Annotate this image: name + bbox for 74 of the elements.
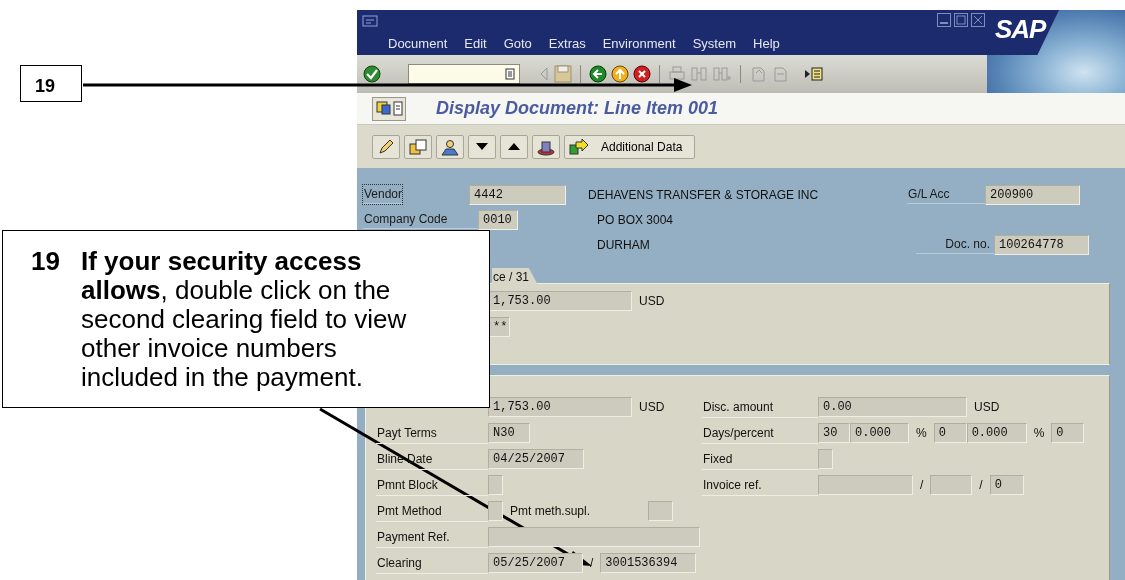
value-field[interactable]: 100264778 — [994, 234, 1089, 255]
up-icon — [508, 143, 520, 150]
header-text: DURHAM — [597, 236, 651, 254]
value-field[interactable]: 0.000 — [850, 423, 909, 443]
menu-item[interactable]: Help — [753, 34, 780, 54]
callout-text: If your security access allows, double click on the second clearing field to view other invoice numbers included in the payment. — [81, 247, 408, 394]
field-text: / — [978, 477, 984, 494]
field-text: USD — [973, 399, 1001, 416]
layout-menu-icon[interactable] — [803, 65, 825, 83]
value-field[interactable] — [488, 527, 700, 547]
value-field[interactable]: 200900 — [985, 184, 1081, 205]
value-field[interactable] — [488, 475, 503, 495]
value-field[interactable]: N30 — [488, 423, 530, 443]
value-field[interactable] — [648, 501, 673, 521]
cancel-icon[interactable] — [633, 65, 651, 83]
value-field[interactable]: 0.00 — [818, 397, 967, 417]
print-icon[interactable] — [668, 65, 686, 83]
value-field[interactable]: 4442 — [469, 184, 567, 205]
person-icon — [440, 137, 460, 156]
down-icon — [476, 143, 488, 150]
value-field[interactable]: 0 — [933, 423, 967, 443]
copy-button[interactable] — [404, 134, 432, 159]
value-field[interactable]: 05/25/2007 — [488, 553, 583, 573]
menu-item[interactable]: Environment — [602, 34, 676, 54]
value-field[interactable] — [818, 475, 913, 495]
value-field[interactable] — [488, 501, 503, 521]
field-text: / — [919, 477, 925, 494]
person-button[interactable] — [436, 134, 464, 159]
value-field[interactable] — [930, 475, 973, 495]
menu-item[interactable]: Edit — [464, 34, 487, 54]
field-text: % — [1032, 425, 1046, 442]
up-button[interactable] — [500, 134, 528, 159]
menu-item[interactable]: Goto — [503, 34, 532, 54]
screen-title: Display Document: Line Item 001 — [436, 98, 719, 119]
window-menu-icon[interactable] — [362, 15, 378, 27]
down-button[interactable] — [468, 134, 496, 159]
value-field[interactable]: 0010 — [478, 209, 518, 230]
value-field[interactable]: 0 — [989, 475, 1024, 495]
field-text: / — [589, 555, 595, 572]
value-field[interactable]: 1,753.00 — [488, 291, 632, 311]
menu-item[interactable]: Extras — [548, 34, 586, 54]
value-field[interactable] — [818, 449, 833, 469]
menu-item[interactable]: Document — [388, 34, 448, 54]
save-icon[interactable] — [554, 65, 572, 83]
value-field[interactable]: 04/25/2007 — [488, 449, 584, 469]
step-number: 19 — [35, 76, 56, 96]
edit-icon — [376, 137, 396, 156]
menu-item[interactable]: System — [692, 34, 736, 54]
value-field[interactable]: ** — [488, 317, 510, 337]
logo: SAP — [995, 14, 1046, 45]
value-field[interactable]: 0.000 — [966, 423, 1027, 443]
minimize-icon[interactable] — [937, 13, 951, 27]
field-label: Vendor — [363, 185, 403, 204]
check-icon[interactable] — [362, 64, 382, 84]
value-field[interactable]: 3001536394 — [600, 553, 697, 573]
panel-tab[interactable]: ce / 31 — [492, 268, 538, 285]
additional-data-button[interactable]: Additional Data — [564, 134, 696, 159]
field-text: USD — [638, 399, 666, 416]
hat-button[interactable] — [532, 134, 560, 159]
edit-button[interactable] — [372, 134, 400, 159]
header-text: PO BOX 3004 — [597, 211, 675, 229]
command-field[interactable] — [408, 64, 520, 84]
copy-icon — [408, 137, 428, 156]
value-field[interactable]: 0 — [1051, 423, 1085, 443]
field-text: % — [915, 425, 928, 442]
step-number: 19 — [31, 247, 61, 278]
maximize-icon[interactable] — [954, 13, 968, 27]
header-text: DEHAVENS TRANSFER & STORAGE INC — [588, 186, 820, 204]
field-text: Pmt meth.supl. — [509, 503, 592, 520]
field-text: USD — [638, 293, 666, 310]
close-icon[interactable] — [971, 13, 985, 27]
value-field[interactable]: 30 — [818, 423, 850, 443]
value-field[interactable]: 1,753.00 — [488, 397, 632, 417]
arrow-right-icon — [569, 137, 589, 156]
